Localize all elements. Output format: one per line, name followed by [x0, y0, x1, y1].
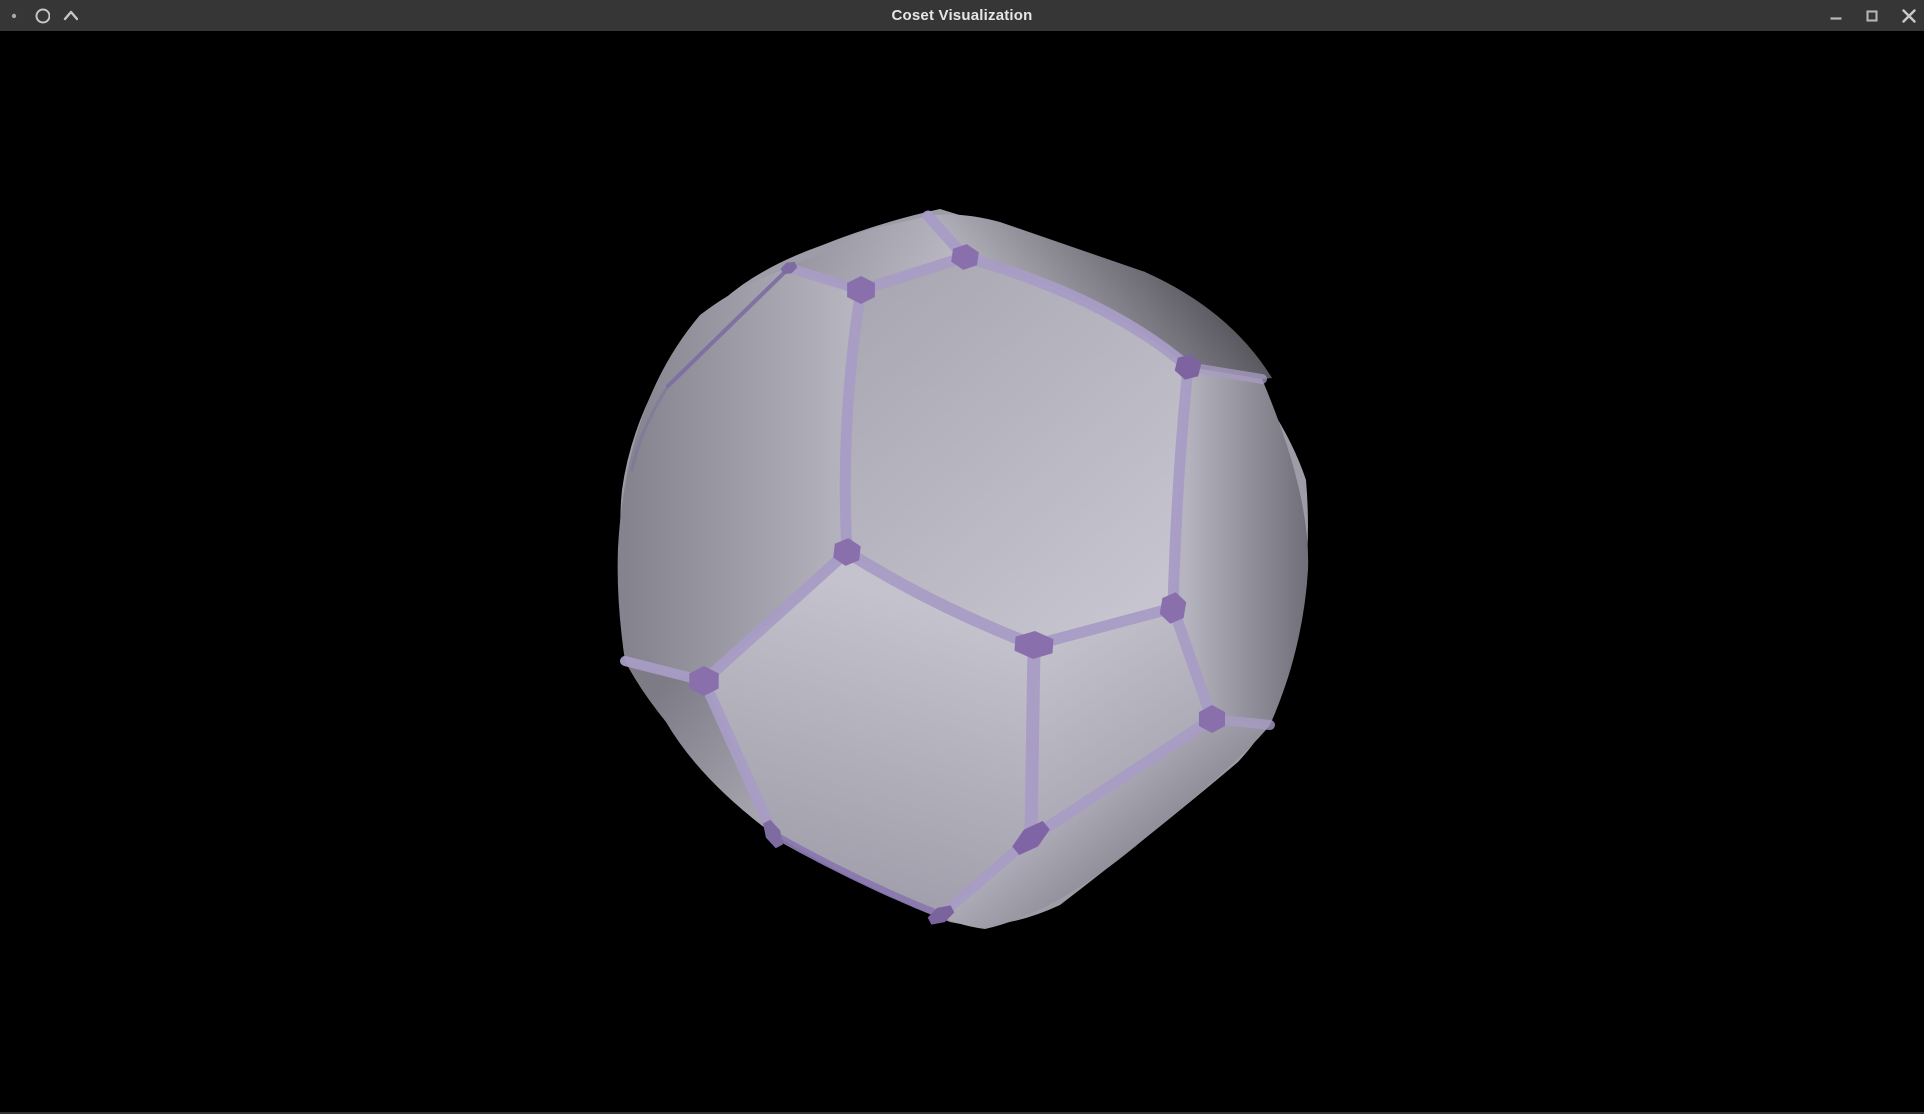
polyhedron-render: [0, 31, 1924, 1112]
close-button[interactable]: [1900, 8, 1916, 24]
app-window: Coset Visualization: [0, 0, 1924, 1114]
viewport-canvas[interactable]: [0, 31, 1924, 1112]
window-title: Coset Visualization: [0, 0, 1924, 31]
circle-icon[interactable]: [34, 8, 50, 24]
polyhedron-edge: [1031, 645, 1034, 838]
titlebar: Coset Visualization: [0, 0, 1924, 31]
minimize-button[interactable]: [1828, 8, 1844, 24]
window-controls: [1828, 0, 1916, 31]
chevron-up-icon[interactable]: [62, 8, 78, 24]
titlebar-left-icons: [6, 0, 78, 31]
maximize-button[interactable]: [1864, 8, 1880, 24]
dot-icon[interactable]: [6, 8, 22, 24]
